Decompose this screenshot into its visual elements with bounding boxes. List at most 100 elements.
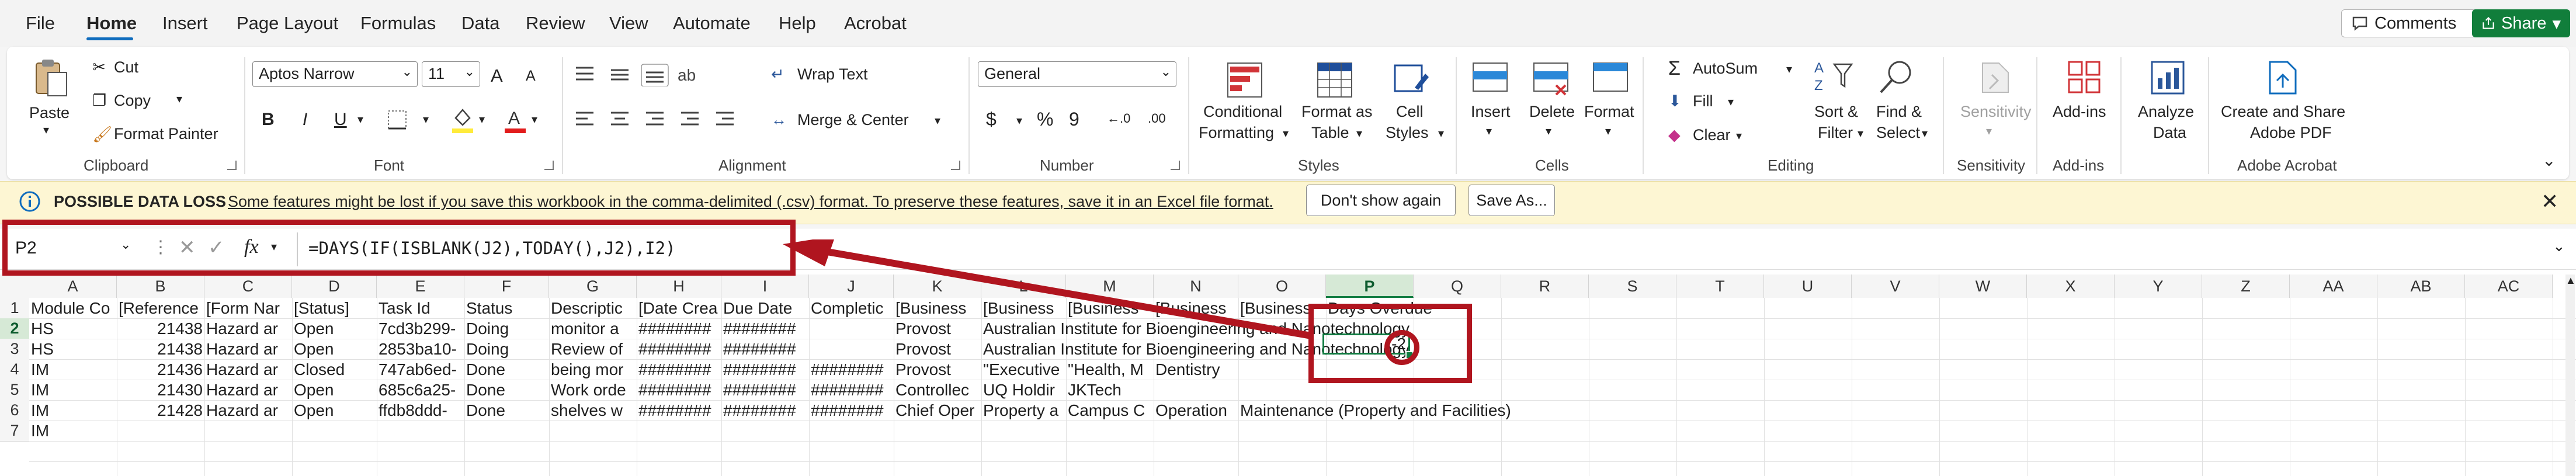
- chevron-down-icon[interactable]: ▾: [479, 112, 485, 127]
- cell-b5[interactable]: 21430: [117, 380, 204, 400]
- analyze-data-label-1[interactable]: Analyze: [2138, 103, 2194, 121]
- row-header-6[interactable]: 6: [0, 400, 29, 421]
- brush-icon[interactable]: 🖌: [92, 125, 112, 144]
- cell-e2[interactable]: 7cd3b299-: [377, 318, 464, 339]
- cell-g1[interactable]: Descriptic: [549, 298, 637, 318]
- menu-review[interactable]: Review: [526, 13, 585, 34]
- infobar-message[interactable]: Some features might be lost if you save …: [228, 193, 1273, 211]
- cell-d3[interactable]: Open: [292, 339, 377, 359]
- cell-f6[interactable]: Done: [464, 400, 549, 421]
- cut-icon[interactable]: ✂: [92, 58, 106, 77]
- sort-filter-icon[interactable]: AZ: [1813, 57, 1854, 98]
- cell-m5[interactable]: JKTech: [1066, 380, 1154, 400]
- cell-g6[interactable]: shelves w: [549, 400, 637, 421]
- cell-e3[interactable]: 2853ba10-: [377, 339, 464, 359]
- cell-styles-icon[interactable]: [1391, 60, 1432, 100]
- cell-h4[interactable]: ########: [637, 359, 721, 380]
- cell-i6[interactable]: ########: [721, 400, 809, 421]
- cell-g2[interactable]: monitor a: [549, 318, 637, 339]
- analyze-data-icon[interactable]: [2147, 57, 2188, 98]
- cell-a7[interactable]: IM: [29, 421, 117, 441]
- menu-file[interactable]: File: [26, 13, 55, 34]
- cell-n4[interactable]: Dentistry: [1154, 359, 1238, 380]
- cell-f4[interactable]: Done: [464, 359, 549, 380]
- row-header-2[interactable]: 2: [0, 318, 29, 339]
- column-header-d[interactable]: D: [292, 275, 377, 298]
- menu-data[interactable]: Data: [461, 13, 499, 34]
- grow-font-icon[interactable]: A: [491, 65, 503, 86]
- cell-p2-value[interactable]: -2: [1322, 333, 1408, 354]
- cell-h6[interactable]: ########: [637, 400, 721, 421]
- close-icon[interactable]: ✕: [2541, 189, 2558, 214]
- italic-button[interactable]: I: [303, 110, 307, 130]
- comments-button[interactable]: Comments: [2341, 9, 2487, 37]
- column-header-e[interactable]: E: [377, 275, 464, 298]
- add-ins-icon[interactable]: [2064, 57, 2105, 98]
- autosum-button[interactable]: AutoSum: [1693, 60, 1758, 78]
- column-header-g[interactable]: G: [549, 275, 637, 298]
- menu-page-layout[interactable]: Page Layout: [237, 13, 338, 34]
- conditional-formatting-label-1[interactable]: Conditional: [1203, 103, 1282, 121]
- cell-m6[interactable]: Campus C: [1066, 400, 1154, 421]
- collapse-ribbon-icon[interactable]: ⌄: [2542, 151, 2556, 170]
- find-select-label-2[interactable]: Select: [1876, 124, 1920, 142]
- format-as-table-label-1[interactable]: Format as: [1301, 103, 1373, 121]
- chevron-down-icon[interactable]: ▾: [423, 112, 429, 127]
- vertical-scrollbar[interactable]: [2565, 275, 2575, 476]
- menu-automate[interactable]: Automate: [673, 13, 751, 34]
- column-header-f[interactable]: F: [464, 275, 549, 298]
- cell-k6[interactable]: Chief Oper: [894, 400, 981, 421]
- menu-insert[interactable]: Insert: [162, 13, 208, 34]
- fill-icon[interactable]: ⬇: [1668, 92, 1682, 110]
- cell-c2[interactable]: Hazard ar: [204, 318, 292, 339]
- cell-f3[interactable]: Doing: [464, 339, 549, 359]
- menu-home[interactable]: Home: [86, 13, 137, 34]
- cell-d1[interactable]: [Status]: [292, 298, 377, 318]
- font-launcher-icon[interactable]: [544, 161, 554, 170]
- cell-d6[interactable]: Open: [292, 400, 377, 421]
- cell-h1[interactable]: [Date Crea: [637, 298, 721, 318]
- row-header-3[interactable]: 3: [0, 339, 29, 360]
- copy-icon[interactable]: ❐: [92, 92, 106, 110]
- cell-e6[interactable]: ffdb8ddd-: [377, 400, 464, 421]
- column-header-ab[interactable]: AB: [2377, 275, 2465, 298]
- cell-g5[interactable]: Work orde: [549, 380, 637, 400]
- cell-c1[interactable]: [Form Nar: [204, 298, 292, 318]
- format-cells-button[interactable]: Format: [1584, 103, 1634, 121]
- paste-label[interactable]: Paste: [29, 104, 70, 122]
- column-header-h[interactable]: H: [637, 275, 721, 298]
- cell-a4[interactable]: IM: [29, 359, 117, 380]
- cell-f1[interactable]: Status: [464, 298, 549, 318]
- row-header-7[interactable]: 7: [0, 421, 29, 442]
- column-header-x[interactable]: X: [2027, 275, 2115, 298]
- cell-h2[interactable]: ########: [637, 318, 721, 339]
- format-cells-icon[interactable]: [1590, 60, 1631, 100]
- column-header-t[interactable]: T: [1676, 275, 1764, 298]
- cell-a3[interactable]: HS: [29, 339, 117, 359]
- add-ins-button[interactable]: Add-ins: [2053, 103, 2106, 121]
- select-all-corner[interactable]: [0, 275, 29, 298]
- cell-g4[interactable]: being mor: [549, 359, 637, 380]
- number-format-combo[interactable]: General ⌄: [978, 61, 1176, 87]
- shrink-font-icon[interactable]: A: [526, 68, 536, 85]
- save-as-button[interactable]: Save As...: [1468, 185, 1555, 216]
- chevron-down-icon[interactable]: ▾: [532, 112, 537, 127]
- column-header-a[interactable]: A: [29, 275, 117, 298]
- cell-styles-label-1[interactable]: Cell: [1396, 103, 1424, 121]
- find-select-label-1[interactable]: Find &: [1876, 103, 1922, 121]
- cell-j5[interactable]: ########: [809, 380, 894, 400]
- vertical-align-icons[interactable]: ab: [574, 63, 725, 86]
- magnifier-icon[interactable]: [1876, 57, 1917, 98]
- font-color-icon[interactable]: A: [504, 105, 527, 134]
- cell-a5[interactable]: IM: [29, 380, 117, 400]
- sort-filter-label-1[interactable]: Sort &: [1814, 103, 1858, 121]
- font-name-combo[interactable]: Aptos Narrow ⌄: [252, 61, 418, 87]
- font-size-combo[interactable]: 11 ⌄: [422, 61, 480, 87]
- sort-filter-label-2[interactable]: Filter: [1818, 124, 1853, 142]
- chevron-down-icon[interactable]: ▾: [1922, 126, 1928, 141]
- cell-d5[interactable]: Open: [292, 380, 377, 400]
- cell-k5[interactable]: Controllec: [894, 380, 981, 400]
- cell-a2[interactable]: HS: [29, 318, 117, 339]
- dont-show-again-button[interactable]: Don't show again: [1306, 185, 1456, 216]
- merge-icon[interactable]: ↔: [771, 111, 787, 129]
